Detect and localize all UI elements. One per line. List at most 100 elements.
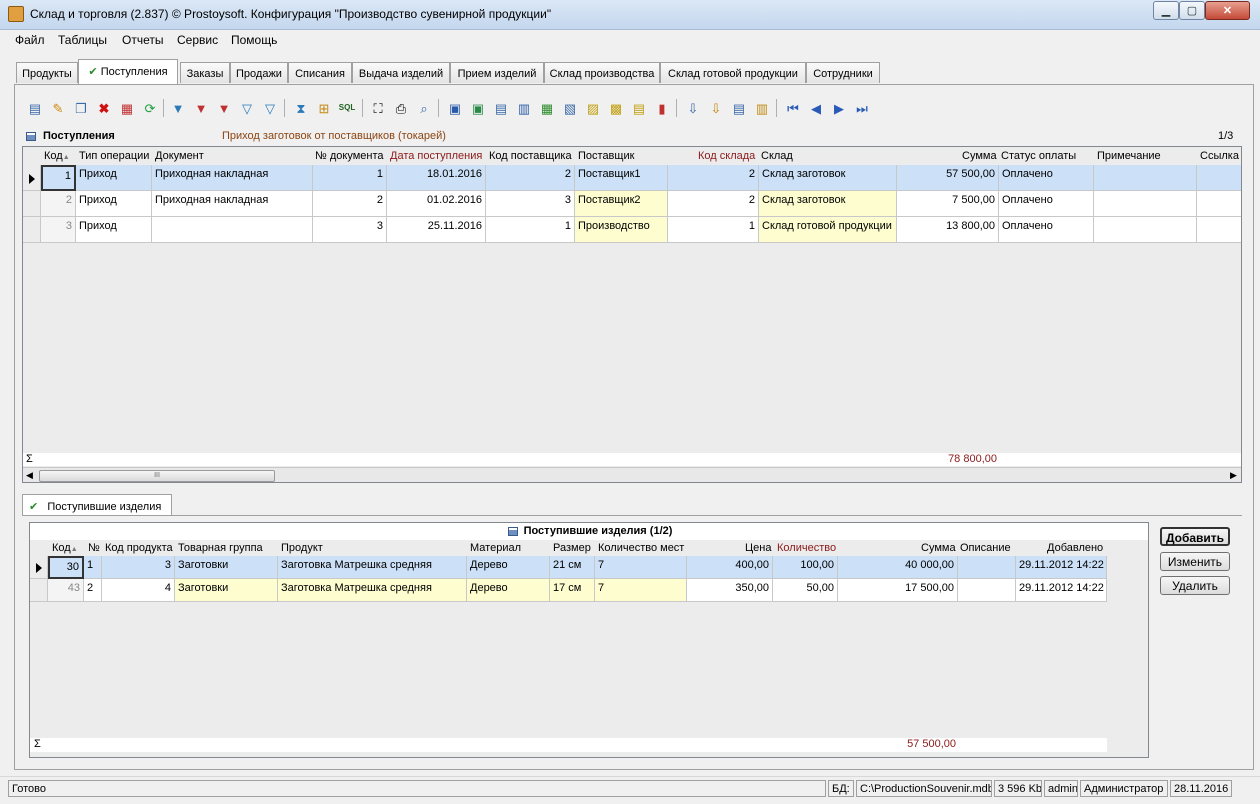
tree-filter-icon[interactable]: ⧗ [292, 99, 310, 117]
col-header-supplier[interactable]: Поставщик [578, 150, 634, 162]
menu-tables[interactable]: Таблицы [58, 33, 107, 47]
status-bar: Готово БД: C:\ProductionSouvenir.mdb 3 5… [0, 776, 1260, 798]
next-record-icon[interactable]: ▶ [830, 99, 848, 117]
table-row[interactable]: 2 Приход Приходная накладная 2 01.02.201… [23, 191, 1241, 217]
tab-production-warehouse[interactable]: Склад производства [544, 62, 660, 83]
filter-advanced-icon[interactable]: ▽ [238, 99, 256, 117]
col-header-quantity[interactable]: Количество [777, 542, 836, 554]
scroll-left-icon[interactable]: ◀ [26, 470, 33, 481]
grid1-title: Поступления [43, 130, 115, 142]
col-header-product-group[interactable]: Товарная группа [178, 542, 263, 554]
table-row[interactable]: 1 Приход Приходная накладная 1 18.01.201… [23, 165, 1241, 191]
tab-received-items[interactable]: ✔ Поступившие изделия [22, 494, 172, 516]
tab-receive-items[interactable]: Прием изделий [450, 62, 544, 83]
tab-orders[interactable]: Заказы [180, 62, 230, 83]
preview-icon[interactable]: ⌕ [415, 99, 433, 117]
status-db-size: 3 596 Kb [994, 780, 1042, 797]
main-tabs: Продукты ✔ Поступления Заказы Продажи Сп… [0, 58, 1260, 84]
table-row[interactable]: 43 2 4 Заготовки Заготовка Матрешка сред… [30, 579, 1107, 602]
col-header-price[interactable]: Цена [745, 542, 771, 554]
import-icon[interactable]: ⇩ [684, 99, 702, 117]
tab-finished-goods-warehouse[interactable]: Склад готовой продукции [660, 62, 806, 83]
col-header-code[interactable]: Код▲ [52, 542, 78, 554]
col-header-operation-type[interactable]: Тип операции [79, 150, 149, 162]
col-header-description[interactable]: Описание [960, 542, 1011, 554]
filter-by-value-icon[interactable]: ▽ [261, 99, 279, 117]
filter-remove-icon[interactable]: ▼ [192, 99, 210, 117]
col-header-warehouse-code[interactable]: Код склада [698, 150, 755, 162]
col-header-size[interactable]: Размер [553, 542, 591, 554]
export-xml-icon[interactable]: ▧ [561, 99, 579, 117]
scroll-thumb[interactable]: III [39, 470, 275, 482]
menu-help[interactable]: Помощь [231, 33, 277, 47]
col-header-material[interactable]: Материал [470, 542, 521, 554]
col-header-sum[interactable]: Сумма [962, 150, 997, 162]
tab-products[interactable]: Продукты [16, 62, 78, 83]
fields-icon[interactable]: ▤ [730, 99, 748, 117]
col-header-receipt-date[interactable]: Дата поступления [390, 150, 482, 162]
col-header-product-code[interactable]: Код продукта [105, 542, 173, 554]
table-row[interactable]: 3 Приход 3 25.11.2016 1 Производство 1 С… [23, 217, 1241, 243]
delete-icon[interactable]: ✖ [95, 99, 113, 117]
col-header-sum[interactable]: Сумма [921, 542, 956, 554]
col-header-payment-status[interactable]: Статус оплаты [1001, 150, 1076, 162]
export-txt-icon[interactable]: ▩ [607, 99, 625, 117]
last-record-icon[interactable]: ⏭ [853, 99, 871, 117]
columns-icon[interactable]: ▥ [753, 99, 771, 117]
tab-employees[interactable]: Сотрудники [806, 62, 880, 83]
maximize-button[interactable]: ▢ [1179, 1, 1205, 20]
col-header-product[interactable]: Продукт [281, 542, 323, 554]
find-icon[interactable]: ⛶ [369, 99, 387, 117]
export-dbf-icon[interactable]: ▤ [630, 99, 648, 117]
export-html-icon[interactable]: ▨ [584, 99, 602, 117]
group-icon[interactable]: ⊞ [315, 99, 333, 117]
menu-file[interactable]: Файл [15, 33, 45, 47]
edit-button[interactable]: Изменить [1160, 552, 1230, 571]
sql-icon[interactable]: SQL [338, 99, 356, 117]
horizontal-scrollbar[interactable]: ◀ III ▶ [23, 467, 1241, 482]
close-button[interactable]: ✕ [1205, 1, 1250, 20]
delete-filtered-icon[interactable]: ▦ [118, 99, 136, 117]
menu-reports[interactable]: Отчеты [122, 33, 163, 47]
export-rtf-icon[interactable]: ▥ [515, 99, 533, 117]
add-button[interactable]: Добавить [1160, 527, 1230, 546]
print-icon[interactable]: ⎙ [392, 99, 410, 117]
col-header-number[interactable]: № [88, 542, 100, 554]
add-icon[interactable]: ▤ [26, 99, 44, 117]
filter-icon[interactable]: ▼ [169, 99, 187, 117]
col-header-supplier-code[interactable]: Код поставщика [489, 150, 572, 162]
col-header-added[interactable]: Добавлено [1047, 542, 1103, 554]
chart-icon[interactable]: ▮ [653, 99, 671, 117]
status-ready: Готово [8, 780, 826, 797]
tab-sales[interactable]: Продажи [230, 62, 288, 83]
delete-button[interactable]: Удалить [1160, 576, 1230, 595]
export-word-icon[interactable]: ▣ [446, 99, 464, 117]
edit-icon[interactable]: ✎ [49, 99, 67, 117]
tab-receipts[interactable]: ✔ Поступления [78, 59, 178, 84]
grid2-header: Код▲ № Код продукта Товарная группа Прод… [30, 540, 1107, 556]
col-header-places[interactable]: Количество мест [598, 542, 684, 554]
minimize-button[interactable]: ▁ [1153, 1, 1179, 20]
col-header-warehouse[interactable]: Склад [761, 150, 793, 162]
first-record-icon[interactable]: ⏮ [784, 99, 802, 117]
prev-record-icon[interactable]: ◀ [807, 99, 825, 117]
copy-icon[interactable]: ❐ [72, 99, 90, 117]
export-excel-icon[interactable]: ▣ [469, 99, 487, 117]
tab-writeoffs[interactable]: Списания [288, 62, 352, 83]
col-header-code[interactable]: Код▲ [44, 150, 70, 162]
export-xls-icon[interactable]: ▦ [538, 99, 556, 117]
col-header-link[interactable]: Ссылка [1200, 150, 1239, 162]
tab-issue-items[interactable]: Выдача изделий [352, 62, 450, 83]
col-header-note[interactable]: Примечание [1097, 150, 1161, 162]
table-row[interactable]: 30 1 3 Заготовки Заготовка Матрешка сред… [30, 556, 1107, 579]
refresh-icon[interactable]: ⟳ [141, 99, 159, 117]
col-header-document[interactable]: Документ [155, 150, 204, 162]
grid1-subtitle: Приход заготовок от поставщиков (токарей… [222, 130, 446, 142]
filter-clear-icon[interactable]: ▼ [215, 99, 233, 117]
scroll-right-icon[interactable]: ▶ [1230, 470, 1237, 481]
menu-service[interactable]: Сервис [177, 33, 218, 47]
export-csv-icon[interactable]: ▤ [492, 99, 510, 117]
col-header-doc-number[interactable]: № документа [315, 150, 384, 162]
import-data-icon[interactable]: ⇩ [707, 99, 725, 117]
maximize-icon: ▢ [1186, 5, 1198, 17]
